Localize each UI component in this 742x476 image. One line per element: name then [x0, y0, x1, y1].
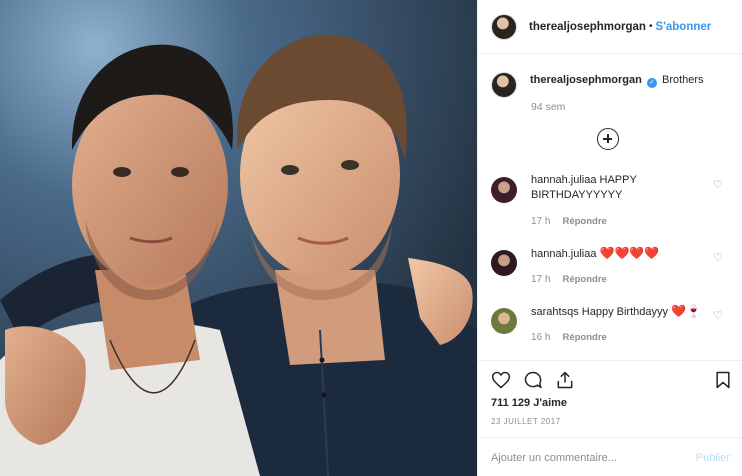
caption-username[interactable]: therealjosephmorgan: [530, 74, 642, 86]
comment-text: hannah.juliaa HAPPY BIRTHDAYYYYYY: [531, 173, 703, 203]
comment-icon[interactable]: [523, 370, 543, 390]
add-comment-bar: Publier: [478, 437, 742, 476]
comment-text: sarahtsqs Happy Birthdayyy ❤️🍷: [531, 304, 703, 320]
post-sidebar: therealjosephmorgan • S'abonner therealj…: [477, 0, 742, 476]
reply-button[interactable]: Répondre: [562, 216, 606, 227]
comment-avatar[interactable]: [491, 177, 517, 203]
author-avatar[interactable]: [491, 13, 517, 40]
share-icon[interactable]: [555, 370, 575, 390]
comment-time: 17 h: [531, 274, 551, 285]
comment-emoji: ❤️🍷: [671, 304, 701, 318]
separator-dot: •: [648, 21, 653, 32]
action-icons: [491, 370, 575, 390]
caption-time: 94 sem: [531, 101, 566, 113]
comment-time: 17 h: [531, 216, 551, 227]
comment-like-icon[interactable]: ♡: [713, 251, 723, 264]
post-photo[interactable]: [0, 0, 477, 476]
like-icon[interactable]: [491, 370, 511, 390]
post-header: therealjosephmorgan • S'abonner: [478, 0, 742, 54]
comment-like-icon[interactable]: ♡: [713, 178, 723, 191]
instagram-post: therealjosephmorgan • S'abonner therealj…: [0, 0, 742, 476]
comment-avatar[interactable]: [491, 308, 517, 334]
comment-meta: 16 h Répondre: [531, 332, 607, 343]
verified-icon: ✓: [646, 78, 657, 88]
comment-username[interactable]: hannah.juliaa: [531, 248, 596, 260]
bookmark-icon[interactable]: [713, 370, 733, 390]
reply-button[interactable]: Répondre: [562, 332, 606, 343]
comment-text: hannah.juliaa ❤️❤️❤️❤️: [531, 246, 703, 262]
comments-section: therealjosephmorgan ✓ Brothers 94 sem ha…: [478, 55, 742, 359]
post-date[interactable]: 23 JUILLET 2017: [491, 417, 561, 426]
comment-username[interactable]: sarahtsqs: [531, 306, 579, 318]
comment-time: 16 h: [531, 332, 551, 343]
comment-input[interactable]: [491, 451, 661, 464]
comment-like-icon[interactable]: ♡: [713, 309, 723, 322]
caption-body: Brothers: [661, 74, 704, 86]
comment-emoji: ❤️❤️❤️❤️: [599, 246, 660, 260]
caption-avatar[interactable]: [491, 72, 517, 98]
comment-meta: 17 h Répondre: [531, 274, 607, 285]
author-username[interactable]: therealjosephmorgan: [529, 21, 646, 33]
caption-text: therealjosephmorgan ✓ Brothers: [530, 72, 704, 98]
post-actions: 711 129 J'aime 23 JUILLET 2017 Publier: [478, 360, 742, 476]
add-comments-icon[interactable]: [597, 128, 619, 150]
reply-button[interactable]: Répondre: [562, 274, 606, 285]
photo-illustration: [0, 0, 477, 476]
caption: therealjosephmorgan ✓ Brothers: [491, 72, 704, 98]
comment-meta: 17 h Répondre: [531, 216, 607, 227]
like-count[interactable]: 711 129 J'aime: [491, 397, 567, 409]
publish-button[interactable]: Publier: [696, 452, 730, 464]
follow-button[interactable]: S'abonner: [655, 21, 711, 33]
comment-avatar[interactable]: [491, 250, 517, 276]
comment-body: Happy Birthdayyy: [581, 306, 668, 318]
comment-username[interactable]: hannah.juliaa: [531, 174, 596, 186]
